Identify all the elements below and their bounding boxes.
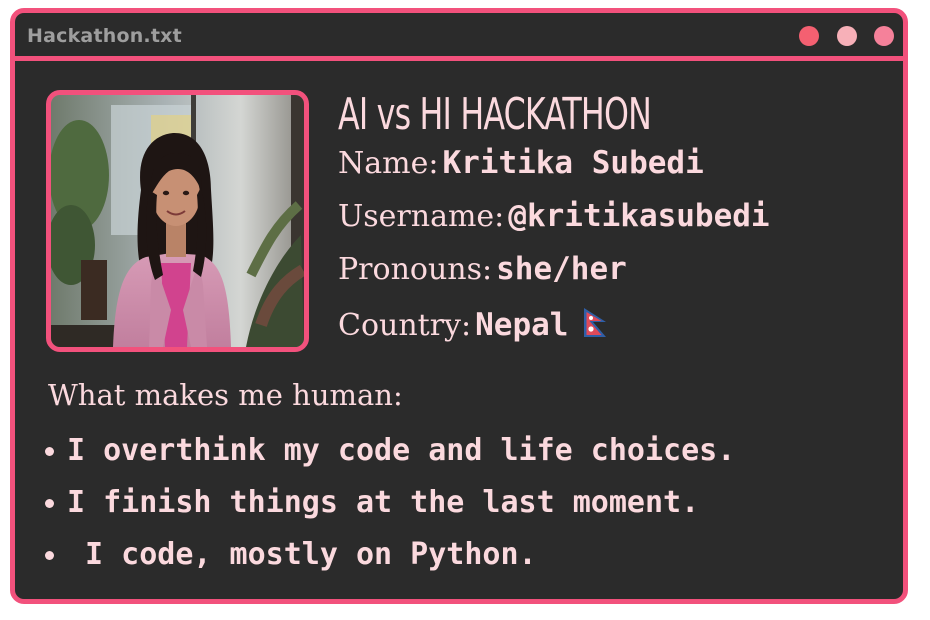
profile-window: Hackathon.txt AI vs HI HACKATHON Name: K… — [10, 8, 908, 604]
trait-text: I finish things at the last moment. — [67, 485, 700, 520]
list-item: I finish things at the last moment. — [45, 477, 735, 529]
pronouns-value: she/her — [496, 251, 627, 287]
maximize-button[interactable] — [874, 26, 894, 46]
list-item: I code, mostly on Python. — [45, 529, 735, 581]
trait-text: I code, mostly on Python. — [67, 537, 537, 572]
username-value: @kritikasubedi — [508, 198, 770, 234]
portrait-image — [51, 95, 304, 347]
human-section-title: What makes me human: — [48, 378, 403, 412]
nepal-flag-icon — [582, 307, 608, 343]
country-row: Country: Nepal — [338, 303, 608, 343]
username-label: Username: — [338, 199, 505, 234]
bullet-icon — [45, 550, 54, 560]
close-button[interactable] — [799, 26, 819, 46]
name-label: Name: — [338, 146, 439, 181]
username-row: Username: @kritikasubedi — [338, 198, 770, 234]
hackathon-heading: AI vs HI HACKATHON — [338, 89, 652, 140]
bullet-icon — [45, 498, 54, 508]
minimize-button[interactable] — [837, 26, 857, 46]
country-value: Nepal — [475, 307, 569, 343]
window-title: Hackathon.txt — [27, 25, 182, 47]
list-item: I overthink my code and life choices. — [45, 425, 735, 477]
pronouns-row: Pronouns: she/her — [338, 251, 627, 287]
name-value: Kritika Subedi — [442, 145, 704, 181]
name-row: Name: Kritika Subedi — [338, 145, 704, 181]
title-bar: Hackathon.txt — [15, 13, 903, 61]
country-label: Country: — [338, 308, 472, 343]
pronouns-label: Pronouns: — [338, 252, 493, 287]
bullet-icon — [45, 446, 54, 456]
trait-text: I overthink my code and life choices. — [67, 433, 736, 468]
profile-photo — [46, 90, 309, 352]
human-traits-list: I overthink my code and life choices. I … — [45, 425, 735, 581]
